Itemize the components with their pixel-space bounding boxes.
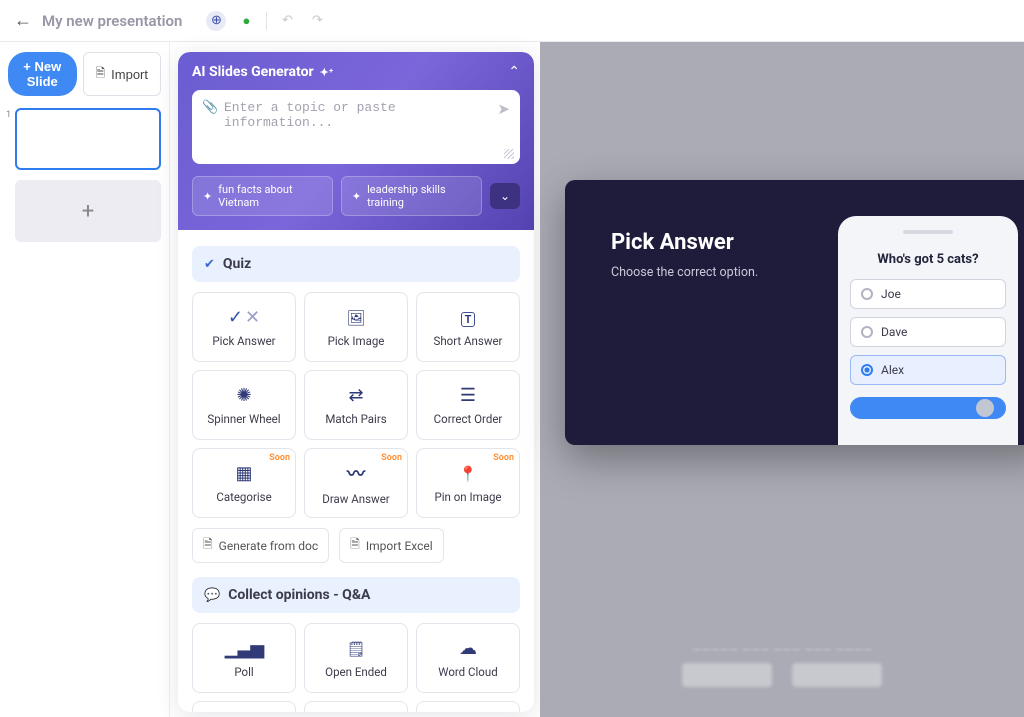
section-header-collect: 💬 Collect opinions - Q&A [192,577,520,613]
tile-word-cloud[interactable]: Word Cloud [416,623,520,693]
suggestion-chip[interactable]: ✦ leadership skills training [341,176,482,216]
sparkles-icon: ✦⁺ [320,66,334,79]
phone-mock: Who's got 5 cats? Joe Dave Alex [838,216,1018,445]
slide-type-panel: AI Slides Generator✦⁺ ⌃ 📎 ➤ ✦ fun facts … [178,52,534,712]
preview-title: Pick Answer [611,230,821,255]
import-excel-button[interactable]: Import Excel [339,528,444,563]
sparkles-icon: ✦ [352,190,361,203]
send-icon[interactable]: ➤ [497,100,510,118]
tile-pick-image[interactable]: Pick Image [304,292,408,362]
tile-spinner-wheel[interactable]: Spinner Wheel [192,370,296,440]
categorise-icon [235,463,252,484]
tile-pin-on-image[interactable]: Soon Pin on Image [416,448,520,518]
radio-icon [861,326,873,338]
plus-icon: + [23,59,34,74]
radio-icon [861,364,873,376]
canvas-area: Pick Answer Choose the correct option. W… [540,42,1024,717]
chevron-down-icon: ⌄ [500,189,510,203]
ai-prompt-input[interactable] [204,100,508,130]
slider-knob [976,399,994,417]
plus-icon: + [82,199,94,224]
blurred-buttons [682,663,882,687]
import-button[interactable]: Import [83,52,162,96]
saved-check-icon: ● [236,11,256,31]
presentation-title[interactable]: My new presentation [42,12,182,30]
poll-icon [225,638,264,659]
tile-open-ended[interactable]: Open Ended [304,623,408,693]
ai-generator-block: AI Slides Generator✦⁺ ⌃ 📎 ➤ ✦ fun facts … [178,52,534,230]
slide-thumbnail-1[interactable] [15,108,161,170]
cloud-icon [459,638,477,659]
new-slide-button[interactable]: + New Slide [8,52,77,96]
section-header-quiz: ✔ Quiz [192,246,520,282]
tile-brainstorm[interactable]: Brainstorm [304,701,408,712]
radio-icon [861,288,873,300]
separator [266,12,267,30]
collapse-button[interactable]: ⌃ [508,64,520,80]
resize-handle[interactable] [504,149,514,159]
open-ended-icon [346,638,365,659]
excel-icon [350,535,360,556]
pairs-icon [348,385,363,406]
tile-pick-answer[interactable]: Pick Answer [192,292,296,362]
preview-option: Dave [850,317,1006,347]
preview-question: Who's got 5 cats? [850,252,1006,267]
ai-generator-title: AI Slides Generator✦⁺ [192,64,333,80]
preview-option-selected: Alex [850,355,1006,385]
phone-notch [903,230,953,234]
sparkles-icon: ✦ [203,190,212,203]
tile-correct-order[interactable]: Correct Order [416,370,520,440]
back-button[interactable]: ← [14,10,32,31]
soon-badge: Soon [493,453,514,463]
import-icon [96,64,106,85]
tile-short-answer[interactable]: Short Answer [416,292,520,362]
suggestion-chip[interactable]: ✦ fun facts about Vietnam [192,176,333,216]
tile-qa[interactable]: Q&A [416,701,520,712]
wheel-icon [236,385,251,406]
generate-from-doc-button[interactable]: Generate from doc [192,528,329,563]
check-cross-icon [228,307,260,328]
tile-match-pairs[interactable]: Match Pairs [304,370,408,440]
ai-prompt-box[interactable]: 📎 ➤ [192,90,520,164]
text-icon [461,307,476,328]
more-suggestions-button[interactable]: ⌄ [490,183,520,209]
quiz-icon: ✔ [204,257,215,272]
order-icon [460,385,476,406]
globe-icon[interactable]: ⊕ [206,11,226,31]
preview-option: Joe [850,279,1006,309]
preview-subtitle: Choose the correct option. [611,265,821,280]
slide-panel: + New Slide Import 1 + [0,42,170,717]
slide-number: 1 [6,110,11,120]
doc-icon [203,535,213,556]
blurred-text: ————— ——— ——— ——— ———— [692,643,873,657]
preview-submit-slider [850,397,1006,419]
pin-icon [459,463,478,484]
tile-draw-answer[interactable]: Soon Draw Answer [304,448,408,518]
redo-button[interactable]: ↷ [307,11,327,31]
soon-badge: Soon [381,453,402,463]
slide-preview: Pick Answer Choose the correct option. W… [565,180,1024,445]
chat-icon: 💬 [204,588,220,603]
tile-scales[interactable]: Scales [192,701,296,712]
add-slide-tile[interactable]: + [15,180,161,242]
draw-icon [347,460,365,486]
tile-categorise[interactable]: Soon Categorise [192,448,296,518]
soon-badge: Soon [269,453,290,463]
image-icon [346,307,365,328]
paperclip-icon[interactable]: 📎 [202,100,218,115]
undo-button[interactable]: ↶ [277,11,297,31]
tile-poll[interactable]: Poll [192,623,296,693]
